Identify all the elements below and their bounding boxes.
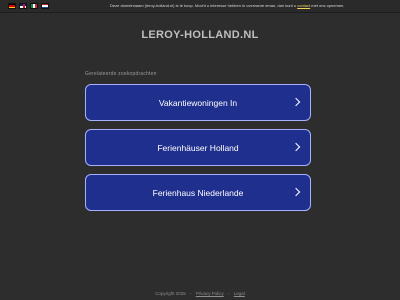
related-link-ferienhaeuser-holland[interactable]: Ferienhäuser Holland [85, 129, 311, 166]
related-link-ferienhaus-niederlande[interactable]: Ferienhaus Niederlande [85, 174, 311, 211]
chevron-right-icon [291, 97, 301, 107]
top-bar: Deze domeinnaam (leroy-holland.nl) is te… [0, 0, 400, 13]
copyright-text: Copyright 2025 [155, 291, 186, 296]
notice-prefix: Deze domeinnaam (leroy-holland.nl) is te… [110, 3, 297, 8]
notice-suffix: met ons opnemen. [311, 3, 345, 8]
chevron-right-icon [291, 142, 301, 152]
related-link-label: Ferienhäuser Holland [157, 143, 239, 153]
section-label: Gerelateerde zoekopdrachten [85, 71, 157, 77]
footer-separator: - [189, 291, 192, 296]
site-title: LEROY-HOLLAND.NL [141, 29, 259, 41]
related-link-vakantiewoningen[interactable]: Vakantiewoningen In [85, 84, 311, 121]
footer: Copyright 2025 - Privacy Policy - Legal [0, 291, 400, 296]
privacy-link[interactable]: Privacy Policy [196, 291, 224, 296]
footer-separator: - [228, 291, 230, 296]
gb-flag-icon[interactable] [19, 3, 27, 9]
it-flag-icon[interactable] [30, 3, 38, 9]
related-link-label: Vakantiewoningen In [158, 98, 238, 108]
domain-sale-notice: Deze domeinnaam (leroy-holland.nl) is te… [110, 3, 400, 9]
chevron-right-icon [291, 187, 301, 197]
nl-flag-icon[interactable] [41, 3, 49, 9]
de-flag-icon[interactable] [8, 3, 16, 9]
related-link-label: Ferienhaus Niederlande [152, 188, 244, 198]
legal-link[interactable]: Legal [234, 291, 245, 296]
contact-link[interactable]: contact [297, 3, 310, 8]
language-flags [8, 3, 49, 9]
